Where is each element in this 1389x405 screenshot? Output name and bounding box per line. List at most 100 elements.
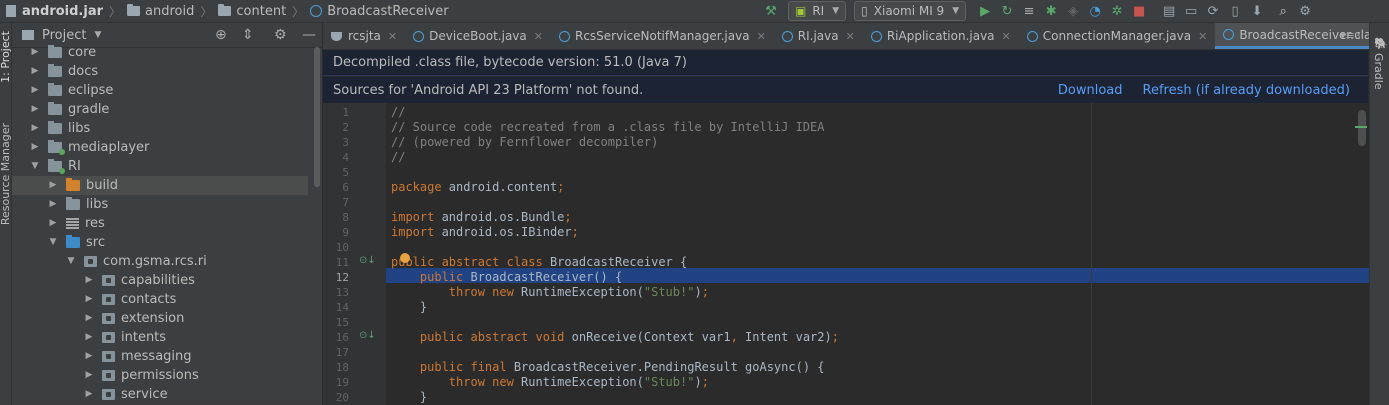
editor-tab[interactable]: RI.java ✕ bbox=[774, 23, 863, 49]
refresh-link[interactable]: Refresh (if already downloaded) bbox=[1143, 83, 1350, 98]
tree-item[interactable]: ▶ res bbox=[12, 214, 308, 233]
code-line: // bbox=[391, 105, 405, 120]
project-scrollbar[interactable] bbox=[314, 47, 320, 187]
collapsed-arrow-icon[interactable]: ▶ bbox=[30, 119, 40, 138]
close-icon[interactable]: ✕ bbox=[757, 30, 766, 43]
editor-tab[interactable]: DeviceBoot.java ✕ bbox=[405, 23, 551, 49]
collapsed-arrow-icon[interactable]: ▶ bbox=[48, 176, 58, 195]
tree-item[interactable]: ▶ libs bbox=[12, 119, 308, 138]
project-structure-icon[interactable]: ▤ bbox=[1158, 1, 1180, 21]
code-editor[interactable]: //// Source code recreated from a .class… bbox=[386, 103, 1368, 405]
breadcrumb-android[interactable]: android 〉 bbox=[127, 3, 218, 20]
collapsed-arrow-icon[interactable]: ▶ bbox=[84, 290, 94, 309]
debug-icon[interactable]: ✱ bbox=[1040, 1, 1062, 21]
tree-item[interactable]: ▶ eclipse bbox=[12, 81, 308, 100]
collapse-all-icon[interactable]: ⇕ bbox=[242, 27, 254, 43]
editor-tab[interactable]: BroadcastReceiver.class✕ bbox=[1215, 23, 1389, 49]
navigation-toolbar: android.jar 〉 android 〉 content 〉 Broadcast… bbox=[0, 0, 1389, 23]
package-icon bbox=[102, 275, 115, 286]
build-hammer-icon[interactable]: ⚒ bbox=[760, 1, 782, 21]
code-token: , bbox=[730, 330, 746, 344]
collapsed-arrow-icon[interactable]: ▶ bbox=[48, 214, 58, 233]
close-icon[interactable]: ✕ bbox=[534, 30, 543, 43]
tree-item[interactable]: ▼ src bbox=[12, 233, 308, 252]
class-icon bbox=[1026, 30, 1038, 42]
avd-manager-icon[interactable]: ▭ bbox=[1180, 1, 1202, 21]
implemented-icon[interactable]: ⊙↓ bbox=[359, 330, 376, 341]
collapsed-arrow-icon[interactable]: ▶ bbox=[84, 328, 94, 347]
collapsed-arrow-icon[interactable]: ▶ bbox=[84, 271, 94, 290]
editor-gutter[interactable]: 1 2 3 4 5 6 7 8 9 10 11 12 13 14 15 16 17 18 19 20 ⊙↓ ⊙↓ bbox=[323, 103, 386, 405]
locate-icon[interactable]: ⊕ bbox=[215, 27, 227, 43]
project-view-selector[interactable]: Project bbox=[42, 28, 86, 43]
run-config-combo[interactable]: ▣ RI ▼ bbox=[788, 1, 847, 21]
tree-item[interactable]: ▶ permissions bbox=[12, 366, 308, 385]
tree-item[interactable]: ▶ service bbox=[12, 385, 308, 404]
apply-code-changes-icon[interactable]: ≡ bbox=[1018, 1, 1040, 21]
expanded-arrow-icon[interactable]: ▼ bbox=[30, 157, 40, 176]
code-token: android.content bbox=[448, 180, 558, 194]
tree-item[interactable]: ▶ extension bbox=[12, 309, 308, 328]
editor-tab[interactable]: RiApplication.java ✕ bbox=[863, 23, 1019, 49]
expanded-arrow-icon[interactable]: ▼ bbox=[66, 252, 76, 271]
editor-scrollbar[interactable] bbox=[1358, 110, 1366, 146]
chevron-down-icon[interactable]: ▼ bbox=[94, 30, 101, 40]
tree-item[interactable]: ▼ RI bbox=[12, 157, 308, 176]
apply-changes-icon[interactable]: ↻ bbox=[996, 1, 1018, 21]
close-icon[interactable]: ✕ bbox=[388, 30, 397, 43]
tree-item[interactable]: ▶ gradle bbox=[12, 100, 308, 119]
editor-tab[interactable]: rcsjta ✕ bbox=[323, 23, 405, 49]
collapsed-arrow-icon[interactable]: ▶ bbox=[84, 366, 94, 385]
run-icon[interactable]: ▶ bbox=[974, 1, 996, 21]
device-manager-icon[interactable]: ▯ bbox=[1224, 1, 1246, 21]
tree-item[interactable]: ▶ contacts bbox=[12, 290, 308, 309]
inspection-status-icon[interactable] bbox=[1355, 126, 1367, 128]
editor-tab[interactable]: RcsServiceNotifManager.java ✕ bbox=[551, 23, 774, 49]
search-icon[interactable]: ⌕ bbox=[1272, 1, 1294, 21]
expanded-arrow-icon[interactable]: ▼ bbox=[48, 233, 58, 252]
close-icon[interactable]: ✕ bbox=[846, 30, 855, 43]
breadcrumb-content[interactable]: content 〉 bbox=[218, 3, 310, 20]
gradle-tool-window-tab[interactable]: Gradle bbox=[1372, 53, 1385, 90]
line-number: 15 bbox=[335, 316, 349, 329]
attach-debugger-icon[interactable]: ◈ bbox=[1062, 1, 1084, 21]
collapsed-arrow-icon[interactable]: ▶ bbox=[30, 138, 40, 157]
device-combo[interactable]: ▯ Xiaomi MI 9 ▼ bbox=[854, 1, 967, 21]
tree-item[interactable]: ▶ docs bbox=[12, 62, 308, 81]
sync-gradle-icon[interactable]: ⟳ bbox=[1202, 1, 1224, 21]
profile-icon[interactable]: ◔ bbox=[1084, 1, 1106, 21]
tree-item[interactable]: ▶ build bbox=[12, 176, 308, 195]
tree-item[interactable]: ▶ core bbox=[12, 43, 308, 62]
tree-item[interactable]: ▶ messaging bbox=[12, 347, 308, 366]
collapsed-arrow-icon[interactable]: ▶ bbox=[30, 62, 40, 81]
stop-icon[interactable]: ■ bbox=[1128, 1, 1150, 21]
breadcrumb-class[interactable]: BroadcastReceiver bbox=[310, 4, 449, 19]
collapsed-arrow-icon[interactable]: ▶ bbox=[30, 100, 40, 119]
collapsed-arrow-icon[interactable]: ▶ bbox=[84, 347, 94, 366]
collapsed-arrow-icon[interactable]: ▶ bbox=[30, 81, 40, 100]
collapsed-arrow-icon[interactable]: ▶ bbox=[48, 195, 58, 214]
tab-overflow-button[interactable]: ▾≡3 bbox=[1340, 29, 1360, 42]
tree-item[interactable]: ▼ com.gsma.rcs.ri bbox=[12, 252, 308, 271]
close-icon[interactable]: ✕ bbox=[1198, 30, 1207, 43]
gear-icon[interactable]: ⚙ bbox=[274, 27, 287, 43]
breadcrumb-jar[interactable]: android.jar 〉 bbox=[6, 3, 127, 20]
project-tool-window-tab[interactable]: 1: Project bbox=[0, 31, 12, 83]
hide-panel-icon[interactable]: — bbox=[302, 27, 316, 43]
download-link[interactable]: Download bbox=[1058, 83, 1123, 98]
tree-item[interactable]: ▶ capabilities bbox=[12, 271, 308, 290]
sdk-manager-icon[interactable]: ⬇ bbox=[1246, 1, 1268, 21]
lightbulb-icon[interactable] bbox=[400, 253, 410, 263]
collapsed-arrow-icon[interactable]: ▶ bbox=[84, 385, 94, 404]
collapsed-arrow-icon[interactable]: ▶ bbox=[84, 309, 94, 328]
tree-item[interactable]: ▶ mediaplayer bbox=[12, 138, 308, 157]
collapsed-arrow-icon[interactable]: ▶ bbox=[30, 43, 40, 62]
overridden-icon[interactable]: ⊙↓ bbox=[359, 255, 376, 266]
editor-tab[interactable]: ConnectionManager.java ✕ bbox=[1019, 23, 1216, 49]
resource-manager-tab[interactable]: Resource Manager bbox=[0, 123, 12, 225]
coverage-icon[interactable]: ✲ bbox=[1106, 1, 1128, 21]
settings-icon[interactable]: ⚙ bbox=[1294, 1, 1316, 21]
tree-item[interactable]: ▶ libs bbox=[12, 195, 308, 214]
close-icon[interactable]: ✕ bbox=[1002, 30, 1011, 43]
tree-item[interactable]: ▶ intents bbox=[12, 328, 308, 347]
